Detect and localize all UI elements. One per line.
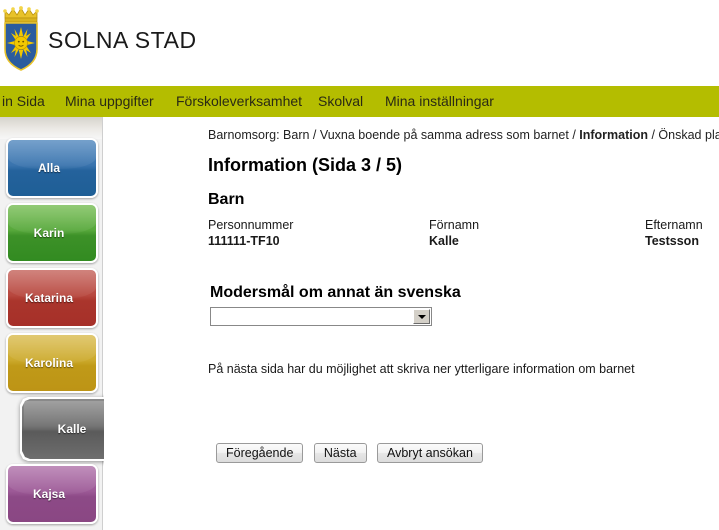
sidebar-tab-kajsa[interactable]: Kajsa: [6, 464, 98, 524]
sidebar-tab-label: Katarina: [24, 291, 74, 305]
next-button[interactable]: Nästa: [313, 443, 367, 463]
nav-skolval[interactable]: Skolval: [318, 93, 363, 109]
main-content: Barnomsorg: Barn / Vuxna boende på samma…: [104, 117, 719, 530]
child-selector-sidebar: Alla Karin Katarina Karolina Kalle Kajsa: [0, 117, 103, 530]
field-fornamn-label: Förnamn: [429, 218, 480, 232]
breadcrumb-suffix: / Önskad plats /: [651, 128, 719, 142]
field-personnummer-label: Personnummer: [208, 218, 294, 232]
cancel-application-button[interactable]: Avbryt ansökan: [376, 443, 483, 463]
nav-mina-installningar[interactable]: Mina inställningar: [385, 93, 494, 109]
breadcrumb-current: Information: [579, 128, 649, 142]
site-title: SOLNA STAD: [48, 27, 197, 53]
field-personnummer-value: 111111-TF10: [208, 234, 280, 248]
form-heading-mother-tongue: Modersmål om annat än svenska: [210, 284, 461, 301]
solna-coat-of-arms-icon: [2, 5, 42, 73]
sidebar-tab-label: Karin: [33, 226, 65, 240]
sidebar-tab-label: Kajsa: [32, 487, 66, 501]
nav-mina-uppgifter[interactable]: Mina uppgifter: [65, 93, 154, 109]
site-header: SOLNA STAD: [0, 0, 719, 86]
sidebar-tab-karolina[interactable]: Karolina: [6, 333, 98, 393]
previous-button[interactable]: Föregående: [216, 443, 304, 463]
field-fornamn-value: Kalle: [429, 234, 459, 248]
field-efternamn-value: Testsson: [645, 234, 699, 248]
mother-tongue-select[interactable]: [210, 307, 432, 326]
sidebar-tab-alla[interactable]: Alla: [6, 138, 98, 198]
sidebar-tab-label: Karolina: [24, 356, 73, 370]
chevron-down-icon[interactable]: [413, 309, 430, 324]
sidebar-top-gradient: [0, 117, 102, 139]
nav-forskoleverksamhet[interactable]: Förskoleverksamhet: [176, 93, 302, 109]
nav-min-sida[interactable]: in Sida: [2, 93, 45, 109]
sidebar-tab-karin[interactable]: Karin: [6, 203, 98, 263]
main-navigation: in Sida Mina uppgifter Förskoleverksamhe…: [0, 86, 719, 117]
breadcrumb: Barnomsorg: Barn / Vuxna boende på samma…: [208, 128, 719, 142]
field-efternamn-label: Efternamn: [645, 218, 703, 232]
page-title: Information (Sida 3 / 5): [208, 155, 403, 175]
breadcrumb-prefix: Barnomsorg: Barn / Vuxna boende på samma…: [208, 128, 580, 142]
form-button-row: Föregående Nästa Avbryt ansökan: [216, 443, 489, 463]
sidebar-tab-katarina[interactable]: Katarina: [6, 268, 98, 328]
section-title: Barn: [208, 191, 245, 208]
sidebar-tab-label: Alla: [37, 161, 60, 175]
helper-text: På nästa sida har du möjlighet att skriv…: [208, 362, 635, 376]
